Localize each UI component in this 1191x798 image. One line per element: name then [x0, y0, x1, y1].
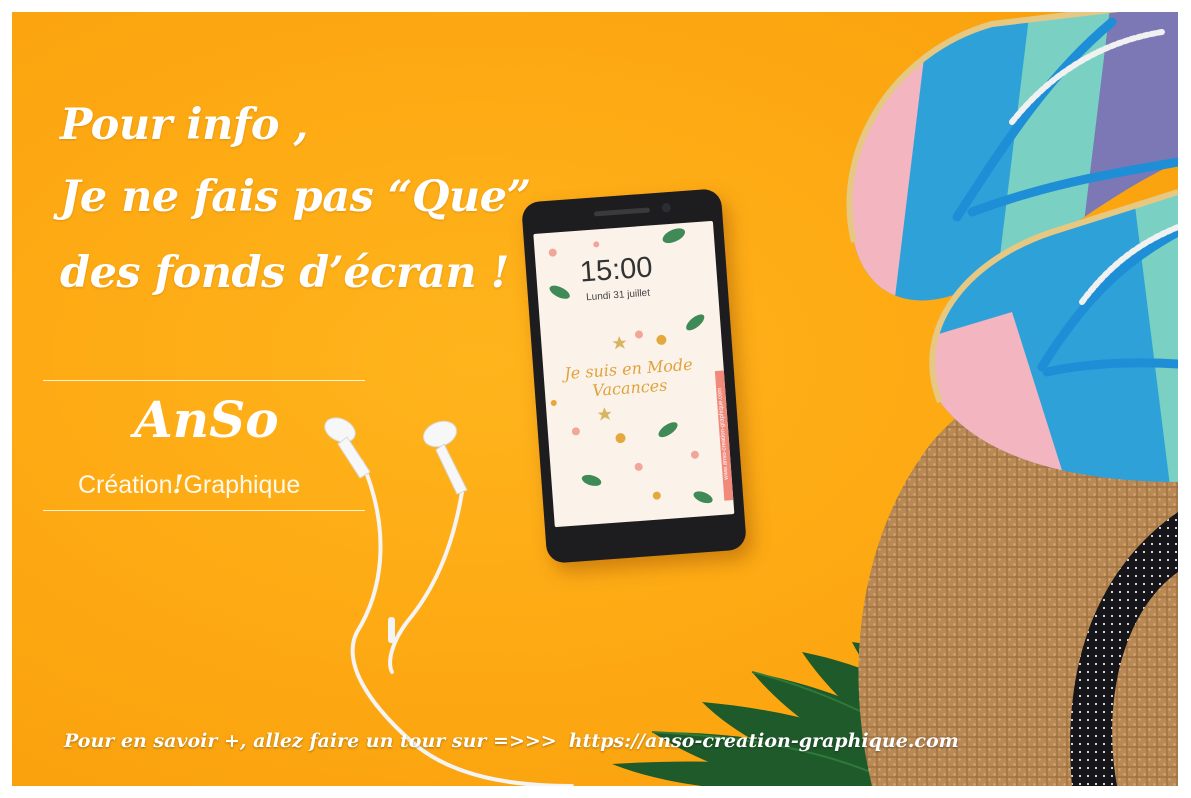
- footer-caption: Pour en savoir +, allez faire un tour su…: [64, 730, 959, 752]
- divider-top: [43, 380, 365, 381]
- divider-bottom: [43, 510, 365, 511]
- tagline-mark: !: [172, 470, 184, 499]
- tagline-creation: Création: [78, 471, 173, 499]
- inline-remote: [388, 617, 395, 643]
- phone-screen: 15:00 Lundi 31 juillet Je suis en Mode V…: [533, 220, 735, 528]
- phone-speaker: [593, 207, 651, 217]
- headline-line-1: Pour info ,: [60, 100, 308, 150]
- earbud-left: [324, 417, 371, 479]
- logo-tagline: Création!Graphique: [78, 470, 300, 500]
- tagline-graphique: Graphique: [183, 471, 301, 499]
- footer-lead: Pour en savoir +, allez faire un tour su…: [64, 730, 557, 752]
- smartphone: 15:00 Lundi 31 juillet Je suis en Mode V…: [521, 188, 747, 564]
- headline-line-3: des fonds d’écran !: [60, 248, 510, 298]
- phone-camera: [661, 202, 672, 213]
- earbud-right: [423, 420, 468, 495]
- footer-url: https://anso-creation-graphique.com: [568, 730, 959, 752]
- photo-scene: Pour info , Je ne fais pas “Que” des fon…: [12, 12, 1178, 786]
- headline-line-2: Je ne fais pas “Que”: [60, 172, 531, 222]
- logo-wordmark: AnSo: [134, 390, 279, 449]
